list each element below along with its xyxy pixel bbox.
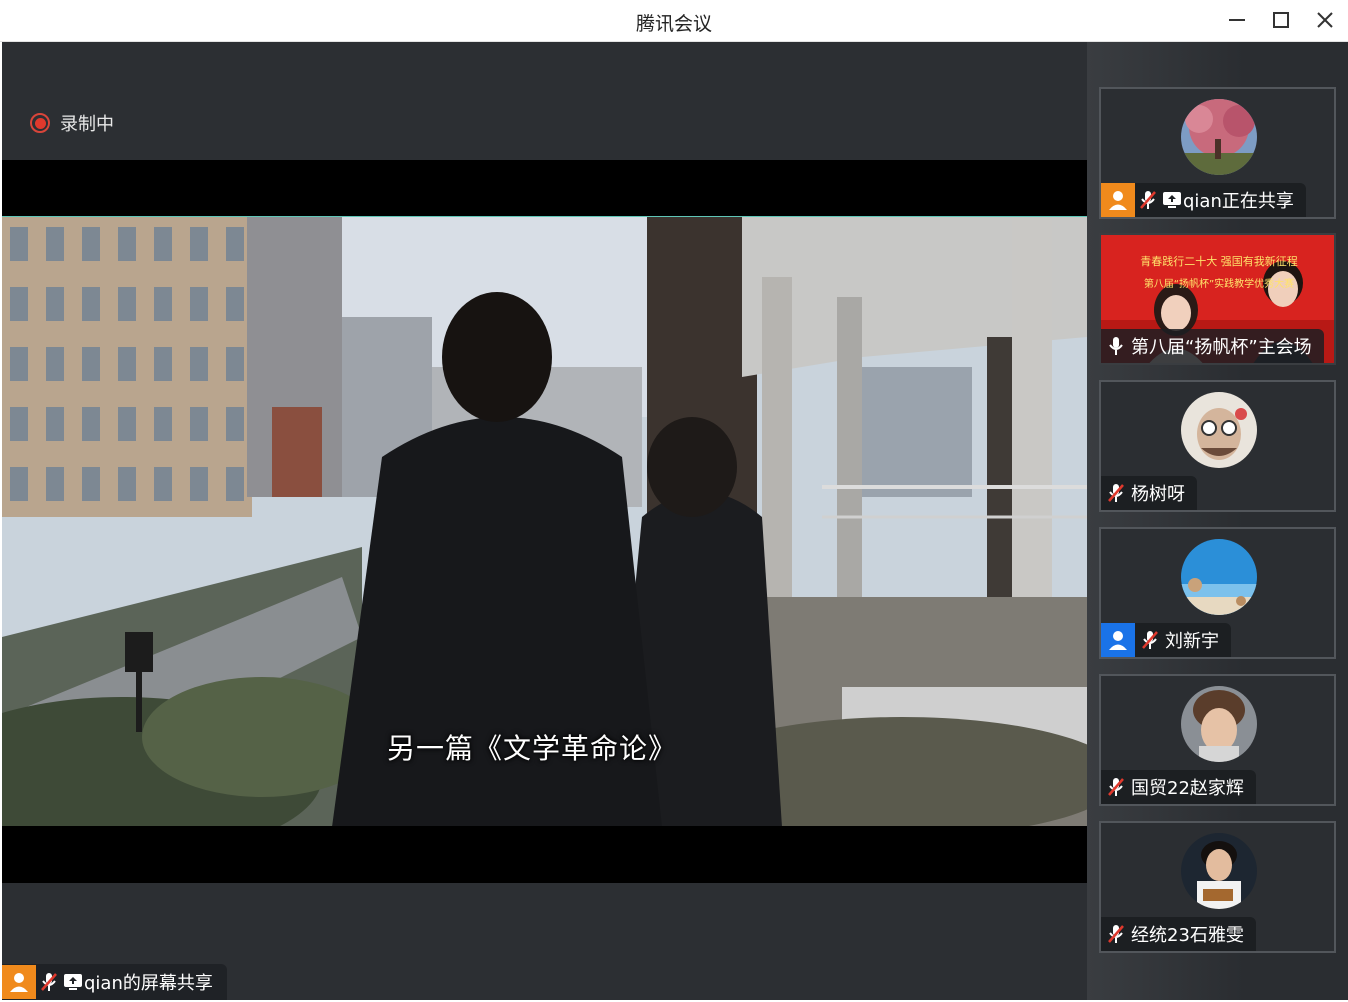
participant-tile[interactable]: 刘新宇 [1099,527,1336,659]
screen-share-icon [62,971,84,993]
screen-share-icon [1161,189,1183,211]
participant-name: 经统23石雅雯 [1131,925,1244,946]
close-icon [1317,12,1333,28]
participant-tile[interactable]: 经统23石雅雯 [1099,821,1336,953]
title-bar: 腾讯会议 [0,0,1348,42]
banner-line1: 青春践行二十大 强国有我新征程 [1140,254,1298,268]
participant-label: 刘新宇 [1101,623,1231,657]
main-stage: 录制中 另一篇《文学革命论》 [2,42,1087,1000]
participant-label: 第八届“扬帆杯”主会场 [1101,329,1324,363]
participant-sidebar: qian正在共享 青春践行二十大 强国有我新征程 第八届“扬帆杯”实践教学优秀大… [1087,42,1348,1000]
participant-name: qian正在共享 [1183,191,1294,212]
maximize-icon [1273,12,1289,28]
participant-tile[interactable]: 杨树呀 [1099,380,1336,512]
mic-muted-icon [1101,774,1131,800]
participant-label: 杨树呀 [1101,476,1197,510]
participant-label: 国贸22赵家辉 [1101,770,1256,804]
mic-muted-icon [1101,480,1131,506]
recording-indicator[interactable]: 录制中 [30,110,114,136]
mic-muted-icon [36,969,62,995]
participant-tile[interactable]: qian正在共享 [1099,87,1336,219]
avatar [1181,99,1257,175]
record-icon [30,113,50,133]
participant-name: 国贸22赵家辉 [1131,778,1244,799]
participant-tile[interactable]: 青春践行二十大 强国有我新征程 第八届“扬帆杯”实践教学优秀大赛 第八届“扬帆杯… [1099,233,1336,365]
shared-screen[interactable]: 另一篇《文学革命论》 [2,160,1087,883]
avatar [1181,686,1257,762]
mic-muted-icon [1135,627,1165,653]
minimize-icon [1229,19,1245,21]
participant-label: qian正在共享 [1101,183,1306,217]
screen-share-label[interactable]: qian的屏幕共享 [2,964,227,1000]
user-icon [1101,183,1135,217]
mic-muted-icon [1101,921,1131,947]
minimize-button[interactable] [1220,6,1254,34]
recording-label: 录制中 [60,114,114,135]
participant-label: 经统23石雅雯 [1101,917,1256,951]
share-label-text: qian的屏幕共享 [84,973,213,994]
mic-muted-icon [1135,187,1161,213]
participant-name: 杨树呀 [1131,484,1185,505]
participant-tile[interactable]: 国贸22赵家辉 [1099,674,1336,806]
avatar [1181,539,1257,615]
window-title: 腾讯会议 [635,13,712,35]
participant-name: 第八届“扬帆杯”主会场 [1131,337,1312,358]
user-icon [1101,623,1135,657]
banner-line2: 第八届“扬帆杯”实践教学优秀大赛 [1144,277,1294,290]
participant-name: 刘新宇 [1165,631,1219,652]
mic-icon [1101,333,1131,359]
video-subtitle: 另一篇《文学革命论》 [387,732,678,765]
user-icon [2,965,36,999]
close-button[interactable] [1308,6,1342,34]
avatar [1181,392,1257,468]
maximize-button[interactable] [1264,6,1298,34]
avatar [1181,833,1257,909]
video-frame: 另一篇《文学革命论》 [2,216,1087,826]
